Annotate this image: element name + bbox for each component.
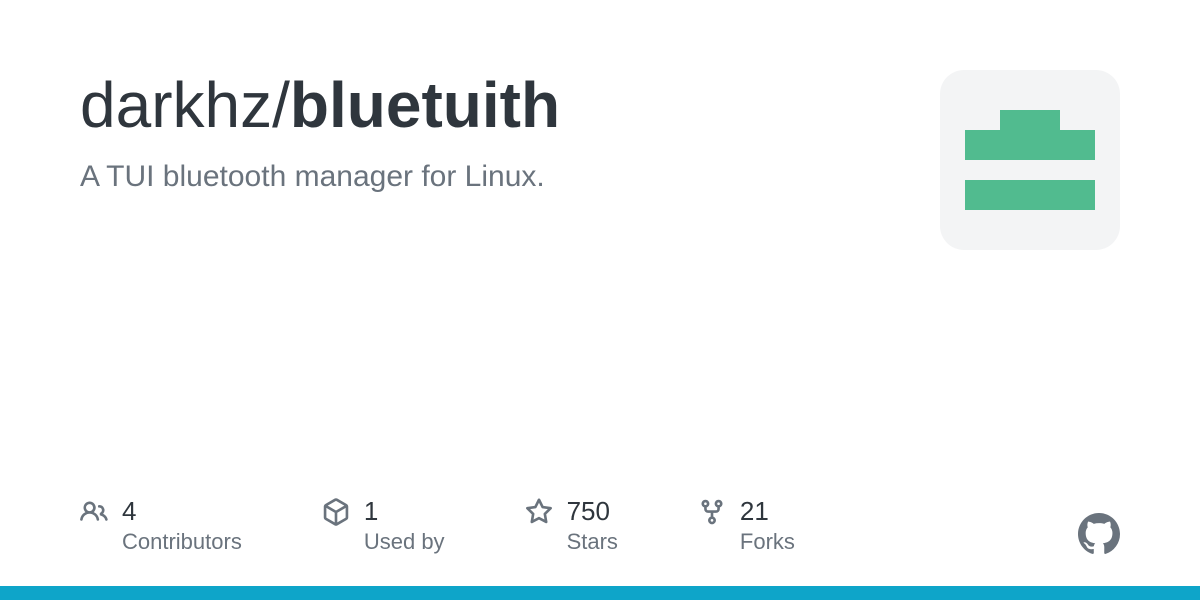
star-icon	[525, 498, 553, 526]
people-icon	[80, 498, 108, 526]
github-logo-icon	[1078, 513, 1120, 555]
repo-owner: darkhz	[80, 69, 272, 141]
stat-label: Stars	[567, 529, 618, 555]
stat-stars: 750 Stars	[525, 496, 618, 555]
repo-description: A TUI bluetooth manager for Linux.	[80, 160, 900, 194]
repo-name: bluetuith	[290, 69, 560, 141]
accent-bar	[0, 586, 1200, 600]
stat-label: Forks	[740, 529, 795, 555]
stat-value: 750	[567, 496, 618, 527]
stat-label: Contributors	[122, 529, 242, 555]
stat-value: 1	[364, 496, 445, 527]
stat-used-by: 1 Used by	[322, 496, 445, 555]
repo-title: darkhz/bluetuith	[80, 70, 900, 140]
repo-avatar	[940, 70, 1120, 250]
stat-value: 21	[740, 496, 795, 527]
package-icon	[322, 498, 350, 526]
stat-forks: 21 Forks	[698, 496, 795, 555]
stat-label: Used by	[364, 529, 445, 555]
stat-value: 4	[122, 496, 242, 527]
repo-separator: /	[272, 69, 290, 141]
stat-contributors: 4 Contributors	[80, 496, 242, 555]
fork-icon	[698, 498, 726, 526]
